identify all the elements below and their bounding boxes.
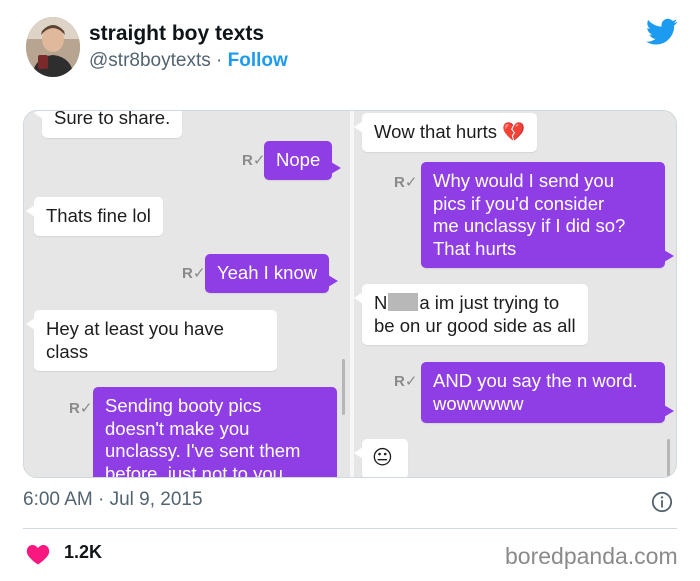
message-outgoing: AND you say the n word. wowwwww [421,362,674,423]
read-receipt-icon: R✓ [242,152,266,169]
avatar[interactable] [26,17,80,77]
author-display-name[interactable]: straight boy texts [89,22,264,46]
read-receipt-icon: R✓ [182,265,206,282]
read-receipt-icon: R✓ [394,373,418,390]
like-count[interactable]: 1.2K [64,542,102,563]
message-incoming: Thats fine lol [26,197,163,236]
message-line: before, just not to you [105,462,283,478]
author-handle-row: @str8boytexts · Follow [89,50,288,72]
message-incoming: 😐 [354,439,408,477]
broken-heart-icon: 💔 [502,121,526,142]
message-text: Wow that hurts [374,121,498,142]
message-text: Nope [276,149,321,170]
message-line: That hurts [433,237,517,259]
read-receipt-icon: R✓ [69,400,93,417]
watermark: boredpanda.com [505,543,678,569]
twitter-bird-icon[interactable] [646,18,678,46]
neutral-face-icon: 😐 [372,447,393,469]
message-line: Sending booty pics [105,395,262,416]
message-text: N [374,292,388,313]
message-outgoing: Nope [264,141,342,180]
censor-block [388,293,419,311]
message-outgoing: Sending booty pics doesn't make you uncl… [93,387,337,478]
message-text: Thats fine lol [46,205,151,226]
message-incoming: Hey at least you have class [26,310,277,371]
message-line: unclassy. I've sent them [105,440,301,461]
message-line: doesn't make you [105,417,250,439]
info-icon[interactable] [651,491,673,513]
message-incoming: Na im just trying to be on ur good side … [354,284,588,345]
message-outgoing: Yeah I know [205,254,339,293]
message-outgoing: Why would I send you pics if you'd consi… [421,162,674,268]
scrollbar[interactable] [667,439,670,477]
screenshot-media[interactable]: Sure to share. R✓ Nope Thats fine lol R✓… [23,110,677,478]
message-line: wowwwww [433,392,524,414]
message-line: be on ur good side as all [374,314,576,336]
follow-button[interactable]: Follow [228,50,288,71]
message-line: AND you say the n word. [433,370,638,391]
read-receipt-icon: R✓ [394,174,418,191]
tweet-card: straight boy texts @str8boytexts · Follo… [0,0,700,581]
chat-panel-left: Sure to share. R✓ Nope Thats fine lol R✓… [24,111,350,478]
message-incoming: Wow that hurts 💔 [354,113,538,152]
handle-separator: · [216,50,223,71]
message-line: pics if you'd consider [433,192,605,214]
scrollbar[interactable] [342,359,345,415]
message-line: class [46,340,89,362]
message-text: Sure to share. [54,111,171,128]
message-line: Why would I send you [433,170,614,191]
message-line: Hey at least you have [46,318,224,339]
tweet-timestamp[interactable]: 6:00 AM · Jul 9, 2015 [23,489,203,511]
message-incoming: Sure to share. [33,111,183,138]
message-text: a im just trying to [419,292,560,313]
chat-panel-right: Wow that hurts 💔 R✓ Why would I send you… [354,111,676,477]
heart-icon[interactable] [26,543,50,565]
message-line: Na im just trying to [374,292,576,315]
divider [23,528,677,529]
message-text: Yeah I know [217,262,318,283]
message-line: me unclassy if I did so? [433,215,626,236]
author-handle[interactable]: @str8boytexts [89,50,211,71]
